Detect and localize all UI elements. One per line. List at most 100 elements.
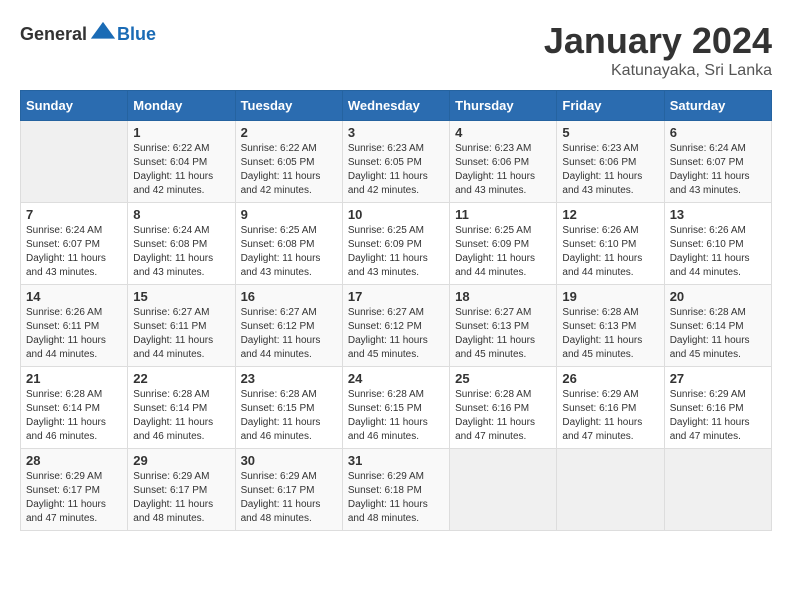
calendar-cell: 28 Sunrise: 6:29 AMSunset: 6:17 PMDayligh… [21,449,128,531]
day-info: Sunrise: 6:22 AMSunset: 6:05 PMDaylight:… [241,142,337,198]
day-info: Sunrise: 6:23 AMSunset: 6:05 PMDaylight:… [348,142,444,198]
day-info: Sunrise: 6:28 AMSunset: 6:13 PMDaylight:… [562,306,658,362]
calendar-cell: 6Sunrise: 6:24 AMSunset: 6:07 PMDaylight… [664,121,771,203]
day-info: Sunrise: 6:29 AMSunset: 6:17 PMDaylight:… [26,470,122,526]
logo-text-blue: Blue [117,24,156,45]
calendar-week-row: 28 Sunrise: 6:29 AMSunset: 6:17 PMDayligh… [21,449,772,531]
day-number: 28 [26,453,122,468]
calendar-cell: 23 Sunrise: 6:28 AMSunset: 6:15 PMDayligh… [235,367,342,449]
day-info: Sunrise: 6:25 AMSunset: 6:09 PMDaylight:… [348,224,444,280]
column-header-saturday: Saturday [664,91,771,121]
calendar-cell: 8 Sunrise: 6:24 AMSunset: 6:08 PMDaylight… [128,203,235,285]
day-info: Sunrise: 6:29 AMSunset: 6:18 PMDaylight:… [348,470,444,526]
day-number: 18 [455,289,551,304]
calendar-cell: 24 Sunrise: 6:28 AMSunset: 6:15 PMDayligh… [342,367,449,449]
calendar-cell: 12 Sunrise: 6:26 AMSunset: 6:10 PMDayligh… [557,203,664,285]
day-number: 9 [241,207,337,222]
day-info: Sunrise: 6:29 AMSunset: 6:17 PMDaylight:… [133,470,229,526]
calendar-cell: 13 Sunrise: 6:26 AMSunset: 6:10 PMDayligh… [664,203,771,285]
day-info: Sunrise: 6:25 AMSunset: 6:08 PMDaylight:… [241,224,337,280]
calendar-week-row: 21 Sunrise: 6:28 AMSunset: 6:14 PMDayligh… [21,367,772,449]
day-number: 26 [562,371,658,386]
calendar-cell: 31 Sunrise: 6:29 AMSunset: 6:18 PMDayligh… [342,449,449,531]
day-number: 17 [348,289,444,304]
day-info: Sunrise: 6:28 AMSunset: 6:14 PMDaylight:… [26,388,122,444]
calendar-cell: 17 Sunrise: 6:27 AMSunset: 6:12 PMDayligh… [342,285,449,367]
day-info: Sunrise: 6:27 AMSunset: 6:11 PMDaylight:… [133,306,229,362]
day-number: 29 [133,453,229,468]
calendar-cell: 27 Sunrise: 6:29 AMSunset: 6:16 PMDayligh… [664,367,771,449]
calendar-cell: 5 Sunrise: 6:23 AMSunset: 6:06 PMDaylight… [557,121,664,203]
column-header-sunday: Sunday [21,91,128,121]
column-header-monday: Monday [128,91,235,121]
calendar-title: January 2024 [544,20,772,62]
day-info: Sunrise: 6:27 AMSunset: 6:12 PMDaylight:… [241,306,337,362]
day-info: Sunrise: 6:24 AMSunset: 6:07 PMDaylight:… [26,224,122,280]
day-info: Sunrise: 6:29 AMSunset: 6:16 PMDaylight:… [670,388,766,444]
day-number: 31 [348,453,444,468]
calendar-cell: 4Sunrise: 6:23 AMSunset: 6:06 PMDaylight… [450,121,557,203]
day-number: 1 [133,125,229,140]
day-info: Sunrise: 6:23 AMSunset: 6:06 PMDaylight:… [562,142,658,198]
calendar-cell: 18Sunrise: 6:27 AMSunset: 6:13 PMDayligh… [450,285,557,367]
day-info: Sunrise: 6:23 AMSunset: 6:06 PMDaylight:… [455,142,551,198]
day-number: 7 [26,207,122,222]
day-info: Sunrise: 6:26 AMSunset: 6:10 PMDaylight:… [562,224,658,280]
day-number: 3 [348,125,444,140]
calendar-cell: 10Sunrise: 6:25 AMSunset: 6:09 PMDayligh… [342,203,449,285]
day-number: 12 [562,207,658,222]
day-number: 24 [348,371,444,386]
calendar-table: SundayMondayTuesdayWednesdayThursdayFrid… [20,90,772,531]
calendar-subtitle: Katunayaka, Sri Lanka [544,62,772,80]
title-area: January 2024 Katunayaka, Sri Lanka [544,20,772,80]
calendar-cell [21,121,128,203]
day-info: Sunrise: 6:28 AMSunset: 6:16 PMDaylight:… [455,388,551,444]
calendar-cell: 30Sunrise: 6:29 AMSunset: 6:17 PMDayligh… [235,449,342,531]
logo-text-general: General [20,24,87,45]
column-header-friday: Friday [557,91,664,121]
column-header-tuesday: Tuesday [235,91,342,121]
calendar-cell: 20Sunrise: 6:28 AMSunset: 6:14 PMDayligh… [664,285,771,367]
day-number: 5 [562,125,658,140]
day-number: 23 [241,371,337,386]
day-number: 14 [26,289,122,304]
calendar-cell: 15 Sunrise: 6:27 AMSunset: 6:11 PMDayligh… [128,285,235,367]
day-number: 25 [455,371,551,386]
day-number: 27 [670,371,766,386]
calendar-cell: 29 Sunrise: 6:29 AMSunset: 6:17 PMDayligh… [128,449,235,531]
day-info: Sunrise: 6:27 AMSunset: 6:12 PMDaylight:… [348,306,444,362]
day-number: 16 [241,289,337,304]
calendar-cell: 25 Sunrise: 6:28 AMSunset: 6:16 PMDayligh… [450,367,557,449]
column-header-thursday: Thursday [450,91,557,121]
day-number: 22 [133,371,229,386]
calendar-cell: 9 Sunrise: 6:25 AMSunset: 6:08 PMDaylight… [235,203,342,285]
day-number: 8 [133,207,229,222]
day-info: Sunrise: 6:28 AMSunset: 6:14 PMDaylight:… [670,306,766,362]
calendar-cell: 11Sunrise: 6:25 AMSunset: 6:09 PMDayligh… [450,203,557,285]
day-info: Sunrise: 6:26 AMSunset: 6:10 PMDaylight:… [670,224,766,280]
calendar-cell [664,449,771,531]
day-number: 13 [670,207,766,222]
day-info: Sunrise: 6:29 AMSunset: 6:17 PMDaylight:… [241,470,337,526]
calendar-week-row: 1 Sunrise: 6:22 AMSunset: 6:04 PMDaylight… [21,121,772,203]
column-header-wednesday: Wednesday [342,91,449,121]
day-number: 15 [133,289,229,304]
day-number: 21 [26,371,122,386]
calendar-cell: 1 Sunrise: 6:22 AMSunset: 6:04 PMDaylight… [128,121,235,203]
calendar-cell: 2 Sunrise: 6:22 AMSunset: 6:05 PMDaylight… [235,121,342,203]
day-info: Sunrise: 6:28 AMSunset: 6:15 PMDaylight:… [348,388,444,444]
day-info: Sunrise: 6:22 AMSunset: 6:04 PMDaylight:… [133,142,229,198]
calendar-cell: 14Sunrise: 6:26 AMSunset: 6:11 PMDayligh… [21,285,128,367]
day-info: Sunrise: 6:25 AMSunset: 6:09 PMDaylight:… [455,224,551,280]
day-number: 2 [241,125,337,140]
calendar-cell: 7 Sunrise: 6:24 AMSunset: 6:07 PMDaylight… [21,203,128,285]
day-info: Sunrise: 6:28 AMSunset: 6:15 PMDaylight:… [241,388,337,444]
day-info: Sunrise: 6:24 AMSunset: 6:08 PMDaylight:… [133,224,229,280]
day-number: 19 [562,289,658,304]
calendar-cell: 3 Sunrise: 6:23 AMSunset: 6:05 PMDaylight… [342,121,449,203]
calendar-cell: 21 Sunrise: 6:28 AMSunset: 6:14 PMDayligh… [21,367,128,449]
day-info: Sunrise: 6:28 AMSunset: 6:14 PMDaylight:… [133,388,229,444]
calendar-cell: 26Sunrise: 6:29 AMSunset: 6:16 PMDayligh… [557,367,664,449]
logo: General Blue [20,20,156,48]
calendar-header-row: SundayMondayTuesdayWednesdayThursdayFrid… [21,91,772,121]
